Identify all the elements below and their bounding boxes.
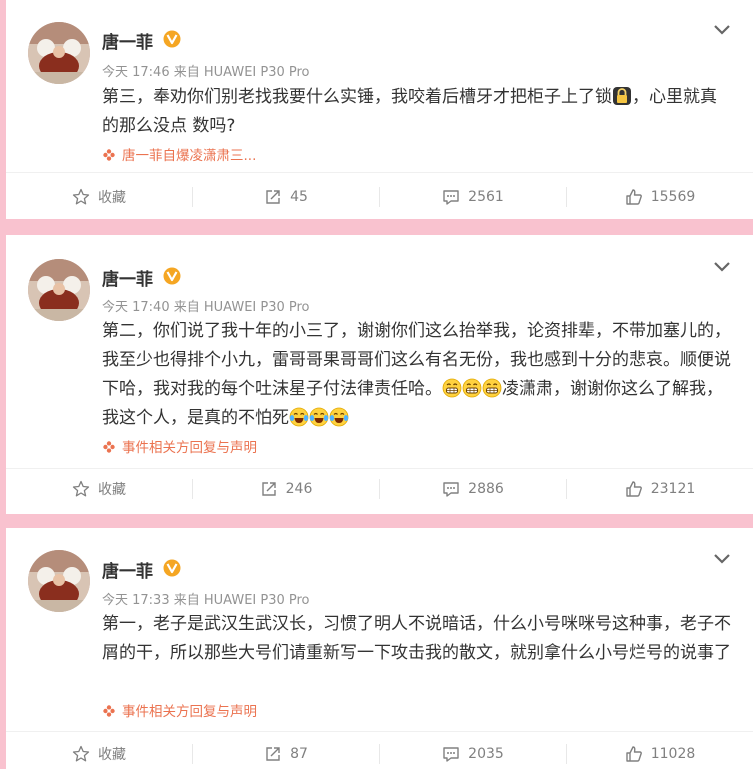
action-bar: 收藏 45 2561 15569 bbox=[6, 182, 753, 212]
comment-button[interactable]: 2561 bbox=[380, 182, 566, 212]
divider bbox=[6, 172, 753, 173]
like-count: 23121 bbox=[650, 481, 696, 497]
lock-icon bbox=[612, 86, 632, 106]
like-count: 11028 bbox=[650, 746, 696, 762]
thumbs-up-icon bbox=[625, 480, 643, 498]
favorite-label: 收藏 bbox=[98, 747, 126, 763]
verified-badge-icon bbox=[163, 30, 181, 48]
post-text-part-1: 第三，奉劝你们别老找我要什么实锤，我咬着后槽牙才把柜子上了锁 bbox=[102, 87, 612, 107]
avatar[interactable] bbox=[28, 22, 90, 84]
grin-emoji-icon bbox=[462, 378, 482, 398]
star-icon bbox=[72, 745, 90, 763]
star-icon bbox=[72, 188, 90, 206]
topic-tag[interactable]: 唐一菲自爆凌潇肃三... bbox=[102, 144, 256, 164]
like-button[interactable]: 15569 bbox=[567, 182, 753, 212]
comment-icon bbox=[442, 188, 460, 206]
comment-count: 2886 bbox=[468, 481, 504, 497]
thumbs-up-icon bbox=[625, 745, 643, 763]
post-text: 第二，你们说了我十年的小三了，谢谢你们这么抬举我，论资排辈，不带加塞儿的，我至少… bbox=[102, 317, 732, 433]
favorite-label: 收藏 bbox=[98, 190, 126, 206]
favorite-label: 收藏 bbox=[98, 482, 126, 498]
grin-emoji-icon bbox=[482, 378, 502, 398]
post-text: 第三，奉劝你们别老找我要什么实锤，我咬着后槽牙才把柜子上了锁 ，心里就真的那么没点… bbox=[102, 83, 732, 141]
topic-tag[interactable]: 事件相关方回复与声明 bbox=[102, 436, 257, 456]
like-button[interactable]: 11028 bbox=[567, 739, 753, 769]
weibo-post-3: 唐一菲 今天 17:33 来自 HUAWEI P30 Pro 第一，老子是武汉生… bbox=[6, 528, 753, 769]
share-icon bbox=[260, 480, 278, 498]
post-time-source: 今天 17:46 来自 HUAWEI P30 Pro bbox=[102, 65, 310, 80]
share-button[interactable]: 246 bbox=[193, 474, 379, 504]
laugh-cry-emoji-icon bbox=[329, 407, 349, 427]
share-icon bbox=[264, 745, 282, 763]
avatar[interactable] bbox=[28, 550, 90, 612]
comment-count: 2561 bbox=[468, 189, 504, 205]
laugh-cry-emoji-icon bbox=[289, 407, 309, 427]
chevron-down-icon[interactable] bbox=[713, 553, 731, 565]
topic-tag-label: 事件相关方回复与声明 bbox=[122, 440, 257, 456]
chevron-down-icon[interactable] bbox=[713, 261, 731, 273]
divider bbox=[6, 468, 753, 469]
favorite-button[interactable]: 收藏 bbox=[6, 474, 192, 504]
share-count: 87 bbox=[290, 746, 308, 762]
post-text: 第一，老子是武汉生武汉长，习惯了明人不说暗话，什么小号咪咪号这种事，老子不屑的干… bbox=[102, 614, 731, 663]
topic-tag-label: 事件相关方回复与声明 bbox=[122, 704, 257, 720]
share-button[interactable]: 87 bbox=[193, 739, 379, 769]
favorite-button[interactable]: 收藏 bbox=[6, 739, 192, 769]
grin-emoji-icon bbox=[442, 378, 462, 398]
chevron-down-icon[interactable] bbox=[713, 24, 731, 36]
verified-badge-icon bbox=[163, 267, 181, 285]
username[interactable]: 唐一菲 bbox=[102, 265, 153, 290]
comment-icon bbox=[442, 745, 460, 763]
share-button[interactable]: 45 bbox=[193, 182, 379, 212]
weibo-post-2: 唐一菲 今天 17:40 来自 HUAWEI P30 Pro 第二，你们说了我十… bbox=[6, 235, 753, 514]
flower-icon bbox=[102, 440, 116, 454]
star-icon bbox=[72, 480, 90, 498]
flower-icon bbox=[102, 704, 116, 718]
laugh-cry-emoji-icon bbox=[309, 407, 329, 427]
share-count: 45 bbox=[290, 189, 308, 205]
post-time-source: 今天 17:33 来自 HUAWEI P30 Pro bbox=[102, 593, 310, 608]
like-count: 15569 bbox=[650, 189, 696, 205]
comment-count: 2035 bbox=[468, 746, 504, 762]
verified-badge-icon bbox=[163, 559, 181, 577]
username[interactable]: 唐一菲 bbox=[102, 557, 153, 582]
share-icon bbox=[264, 188, 282, 206]
comment-icon bbox=[442, 480, 460, 498]
topic-tag[interactable]: 事件相关方回复与声明 bbox=[102, 700, 257, 720]
username[interactable]: 唐一菲 bbox=[102, 28, 153, 53]
flower-icon bbox=[102, 148, 116, 162]
share-count: 246 bbox=[285, 481, 313, 497]
weibo-post-1: 唐一菲 今天 17:46 来自 HUAWEI P30 Pro 第三，奉劝你们别老… bbox=[6, 0, 753, 219]
thumbs-up-icon bbox=[625, 188, 643, 206]
like-button[interactable]: 23121 bbox=[567, 474, 753, 504]
favorite-button[interactable]: 收藏 bbox=[6, 182, 192, 212]
comment-button[interactable]: 2035 bbox=[380, 739, 566, 769]
action-bar: 收藏 87 2035 11028 bbox=[6, 739, 753, 769]
avatar[interactable] bbox=[28, 259, 90, 321]
divider bbox=[6, 731, 753, 732]
post-time-source: 今天 17:40 来自 HUAWEI P30 Pro bbox=[102, 300, 310, 315]
action-bar: 收藏 246 2886 23121 bbox=[6, 474, 753, 504]
topic-tag-label: 唐一菲自爆凌潇肃三... bbox=[122, 148, 257, 164]
comment-button[interactable]: 2886 bbox=[380, 474, 566, 504]
